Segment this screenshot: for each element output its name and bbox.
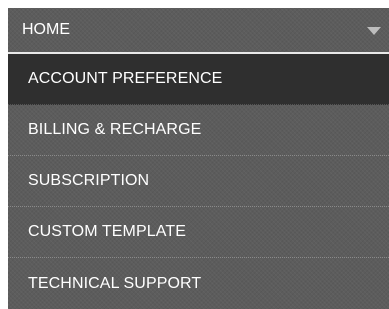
menu-header-home[interactable]: HOME: [8, 8, 389, 54]
navigation-menu: HOME ACCOUNT PREFERENCE BILLING & RECHAR…: [8, 8, 389, 309]
menu-item-subscription[interactable]: SUBSCRIPTION: [8, 156, 389, 207]
menu-item-custom-template[interactable]: CUSTOM TEMPLATE: [8, 207, 389, 258]
menu-item-label: SUBSCRIPTION: [28, 172, 150, 189]
menu-item-label: TECHNICAL SUPPORT: [28, 274, 202, 292]
menu-item-billing-recharge[interactable]: BILLING & RECHARGE: [8, 105, 389, 156]
menu-item-technical-support[interactable]: TECHNICAL SUPPORT: [8, 258, 389, 309]
caret-down-icon[interactable]: [367, 27, 381, 35]
menu-item-label: BILLING & RECHARGE: [28, 121, 202, 138]
menu-item-label: ACCOUNT PREFERENCE: [28, 70, 223, 87]
menu-header-label: HOME: [22, 21, 70, 38]
menu-item-label: CUSTOM TEMPLATE: [28, 223, 186, 240]
menu-item-account-preference[interactable]: ACCOUNT PREFERENCE: [8, 54, 389, 105]
